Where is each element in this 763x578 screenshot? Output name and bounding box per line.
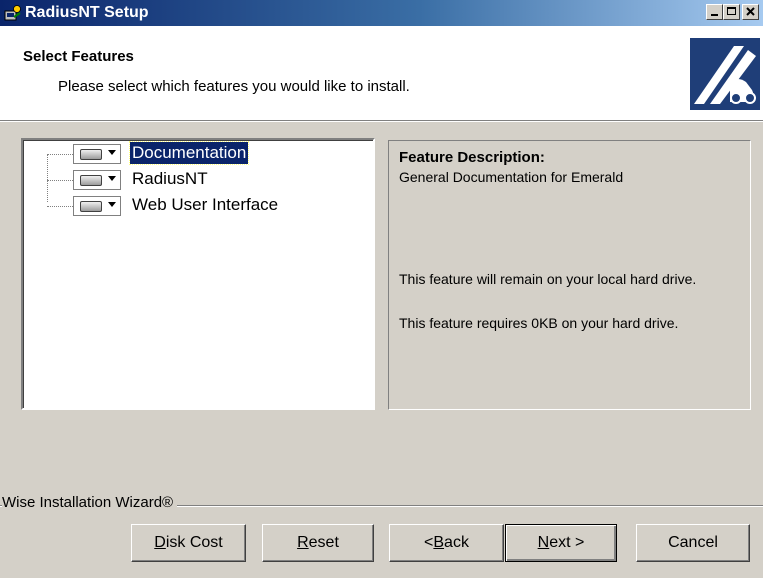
maximize-button[interactable] [723, 4, 740, 20]
page-title: Select Features [23, 48, 134, 65]
feature-description-panel: Feature Description: General Documentati… [388, 140, 751, 410]
hard-drive-icon [80, 201, 102, 212]
accelerator-key: D [154, 534, 166, 551]
button-label: Cancel [668, 534, 718, 551]
setup-window: RadiusNT Setup Select Features Please se… [0, 0, 763, 578]
feature-item-radiusnt[interactable]: RadiusNT [23, 168, 363, 192]
window-title: RadiusNT Setup [25, 4, 149, 21]
minimize-button[interactable] [706, 4, 723, 20]
feature-install-dropdown[interactable] [73, 196, 121, 216]
feature-tree[interactable]: Documentation RadiusNT Web User Interfac… [21, 138, 375, 410]
install-state-text: This feature will remain on your local h… [399, 271, 697, 287]
window-controls [706, 4, 759, 20]
feature-install-dropdown[interactable] [73, 144, 121, 164]
feature-label[interactable]: RadiusNT [130, 168, 210, 190]
maximize-icon [727, 7, 736, 15]
feature-item-documentation[interactable]: Documentation [23, 141, 363, 166]
dropdown-arrow-icon [108, 202, 116, 207]
close-button[interactable] [742, 4, 759, 20]
button-label-suffix: ext > [549, 534, 585, 551]
button-label-suffix: eset [308, 534, 339, 551]
close-icon [746, 7, 755, 16]
header-divider-highlight [0, 121, 763, 122]
button-label-prefix: < [424, 534, 434, 551]
next-button[interactable]: Next > [505, 524, 617, 562]
feature-label[interactable]: Web User Interface [130, 194, 280, 216]
title-bar[interactable]: RadiusNT Setup [0, 0, 763, 26]
wizard-brand-label: Wise Installation Wizard® [2, 494, 178, 511]
disk-cost-button[interactable]: Disk Cost [131, 524, 246, 562]
setup-app-icon [4, 5, 21, 21]
feature-item-web-user-interface[interactable]: Web User Interface [23, 194, 363, 218]
dropdown-arrow-icon [108, 176, 116, 181]
cancel-button[interactable]: Cancel [636, 524, 750, 562]
accelerator-key: B [433, 534, 445, 551]
feature-install-dropdown[interactable] [73, 170, 121, 190]
hard-drive-icon [80, 149, 102, 160]
wizard-logo-icon [690, 38, 760, 110]
dropdown-arrow-icon [108, 150, 116, 155]
button-label-suffix: ack [444, 534, 469, 551]
button-label-suffix: isk Cost [165, 534, 223, 551]
description-heading: Feature Description: [399, 149, 545, 166]
header-banner: Select Features Please select which feat… [0, 26, 763, 120]
hard-drive-icon [80, 175, 102, 186]
space-required-text: This feature requires 0KB on your hard d… [399, 315, 679, 331]
accelerator-key: N [537, 534, 550, 551]
feature-label[interactable]: Documentation [128, 141, 250, 165]
reset-button[interactable]: Reset [262, 524, 374, 562]
accelerator-key: R [297, 534, 309, 551]
description-text: General Documentation for Emerald [399, 169, 624, 185]
page-subtitle: Please select which features you would l… [58, 78, 410, 95]
minimize-icon [711, 14, 718, 16]
back-button[interactable]: < Back [389, 524, 504, 562]
